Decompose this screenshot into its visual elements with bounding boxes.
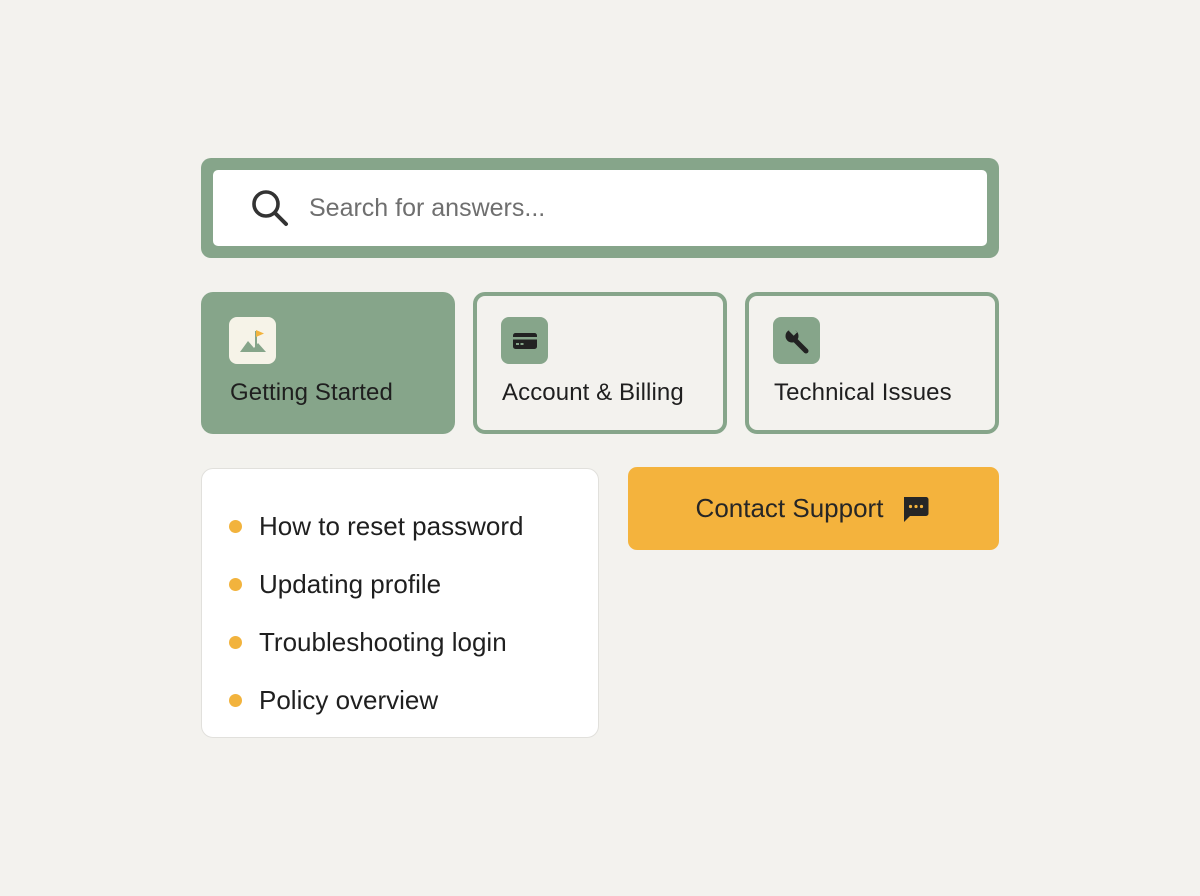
bullet-dot bbox=[229, 519, 242, 533]
article-list: How to reset password Updating profile T… bbox=[201, 468, 599, 738]
article-item[interactable]: How to reset password bbox=[202, 497, 598, 555]
category-getting-started[interactable]: Getting Started bbox=[201, 292, 455, 434]
category-label: Account & Billing bbox=[502, 379, 684, 406]
contact-support-button[interactable]: Contact Support bbox=[628, 467, 999, 550]
article-label: Updating profile bbox=[259, 568, 442, 599]
credit-card-icon bbox=[501, 317, 548, 364]
search-bar bbox=[201, 158, 999, 258]
bullet-dot bbox=[229, 693, 242, 707]
search-input[interactable] bbox=[309, 186, 949, 230]
wrench-icon bbox=[773, 317, 820, 364]
article-label: How to reset password bbox=[259, 510, 524, 541]
article-item[interactable]: Troubleshooting login bbox=[202, 613, 598, 671]
article-label: Troubleshooting login bbox=[259, 626, 507, 657]
search-icon[interactable] bbox=[247, 185, 293, 231]
chat-bubble-icon bbox=[899, 493, 931, 525]
article-item[interactable]: Updating profile bbox=[202, 555, 598, 613]
flag-icon bbox=[229, 317, 276, 364]
category-technical-issues[interactable]: Technical Issues bbox=[745, 292, 999, 434]
category-label: Technical Issues bbox=[774, 379, 952, 406]
search-box[interactable] bbox=[213, 170, 987, 246]
bullet-dot bbox=[229, 577, 242, 591]
article-item[interactable]: Policy overview bbox=[202, 671, 598, 729]
category-account-billing[interactable]: Account & Billing bbox=[473, 292, 727, 434]
contact-support-label: Contact Support bbox=[695, 493, 884, 523]
category-label: Getting Started bbox=[230, 379, 393, 406]
article-label: Policy overview bbox=[259, 684, 439, 715]
bullet-dot bbox=[229, 635, 242, 649]
